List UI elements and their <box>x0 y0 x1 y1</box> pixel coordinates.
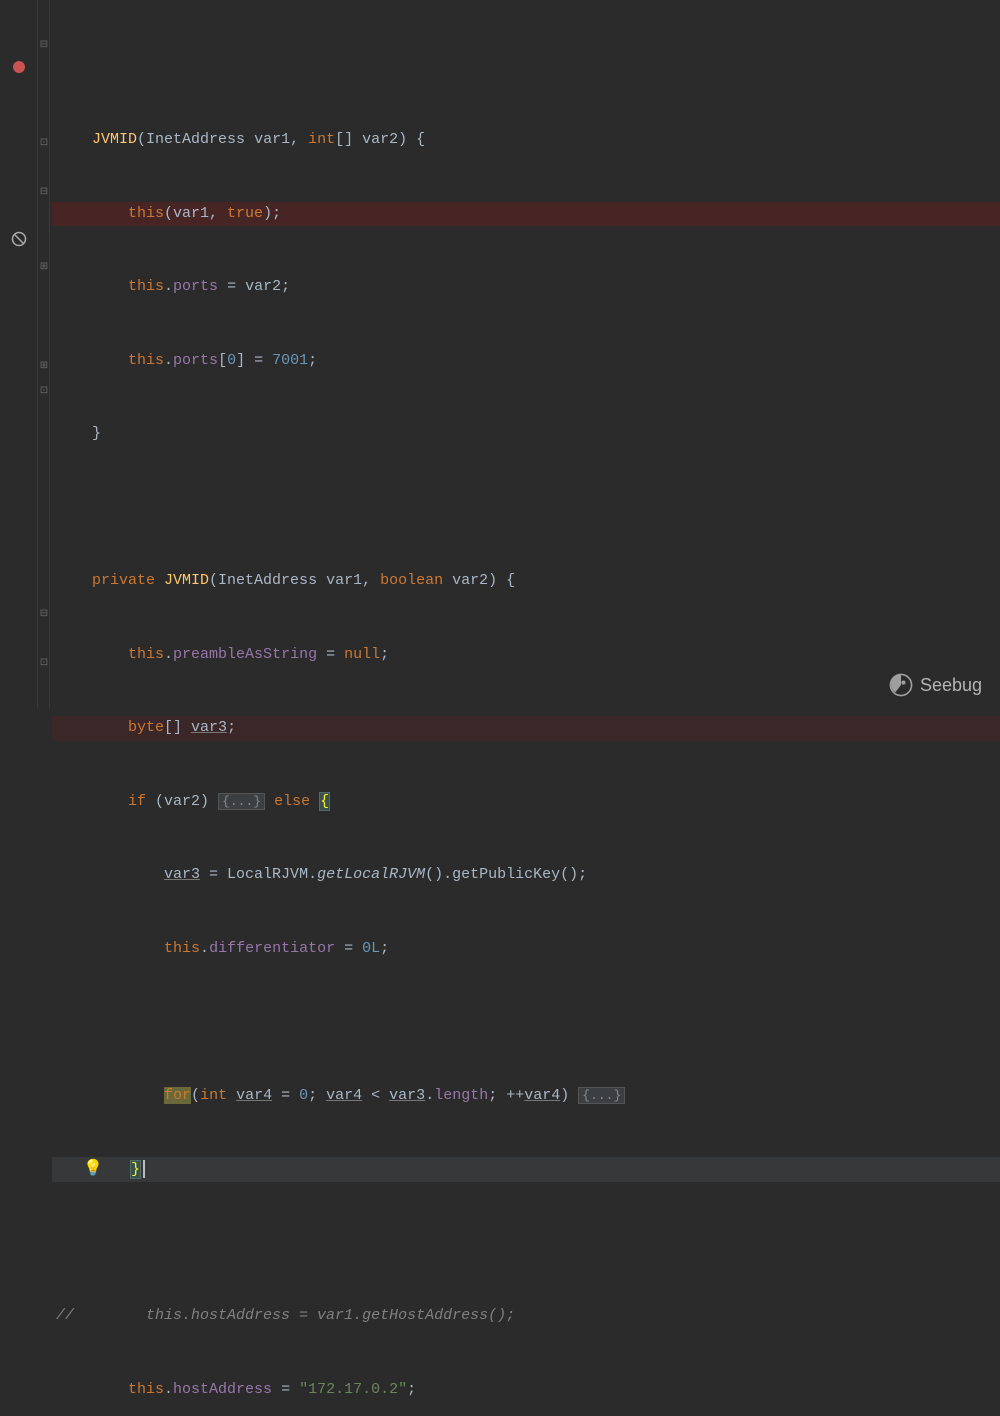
code-line[interactable]: this(var1, true); <box>52 202 1000 227</box>
folded-region[interactable]: {...} <box>218 793 265 810</box>
code-line[interactable]: this.ports[0] = 7001; <box>52 349 1000 374</box>
fold-toggle-icon[interactable]: ⊟ <box>39 34 49 44</box>
seebug-logo-icon <box>888 672 914 698</box>
no-entry-icon[interactable] <box>10 230 28 248</box>
fold-toggle-icon[interactable]: ⊟ <box>39 603 49 613</box>
fold-expand-icon[interactable]: ⊞ <box>39 256 49 266</box>
code-line[interactable]: JVMID(InetAddress var1, int[] var2) { <box>52 128 1000 153</box>
code-line[interactable]: var3 = LocalRJVM.getLocalRJVM().getPubli… <box>52 863 1000 888</box>
code-line[interactable]: this.ports = var2; <box>52 275 1000 300</box>
watermark-text: Seebug <box>920 673 982 698</box>
code-line[interactable] <box>52 1010 1000 1035</box>
code-line[interactable]: // this.hostAddress = var1.getHostAddres… <box>52 1304 1000 1329</box>
code-line[interactable]: for(int var4 = 0; var4 < var3.length; ++… <box>52 1084 1000 1109</box>
fold-toggle-icon[interactable]: ⊟ <box>39 181 49 191</box>
watermark: Seebug <box>888 672 982 698</box>
intention-bulb-icon[interactable]: 💡 <box>83 1160 103 1178</box>
code-line[interactable]: private JVMID(InetAddress var1, boolean … <box>52 569 1000 594</box>
code-line[interactable]: this.preambleAsString = null; <box>52 643 1000 668</box>
fold-end-icon[interactable]: ⊡ <box>39 652 49 662</box>
code-line[interactable]: } <box>52 422 1000 447</box>
text-caret <box>143 1160 145 1178</box>
code-line[interactable] <box>52 1231 1000 1256</box>
code-line[interactable]: this.hostAddress = "172.17.0.2"; <box>52 1378 1000 1403</box>
code-area[interactable]: JVMID(InetAddress var1, int[] var2) { th… <box>50 0 1000 708</box>
code-line-current[interactable]: 💡 } <box>52 1157 1000 1182</box>
code-line[interactable]: byte[] var3; <box>52 716 1000 741</box>
code-editor[interactable]: ⊟ ⊡ ⊟ ⊞ ⊞ ⊡ ⊟ ⊡ JVMID(InetAddress var1, … <box>0 0 1000 708</box>
fold-expand-icon[interactable]: ⊞ <box>39 355 49 365</box>
code-line[interactable]: if (var2) {...} else { <box>52 790 1000 815</box>
code-line[interactable] <box>52 496 1000 521</box>
gutter <box>0 0 38 708</box>
error-icon[interactable] <box>10 58 28 76</box>
fold-column: ⊟ ⊡ ⊟ ⊞ ⊞ ⊡ ⊟ ⊡ <box>38 0 50 708</box>
code-line[interactable]: this.differentiator = 0L; <box>52 937 1000 962</box>
fold-end-icon[interactable]: ⊡ <box>39 380 49 390</box>
fold-end-icon[interactable]: ⊡ <box>39 132 49 142</box>
folded-region[interactable]: {...} <box>578 1087 625 1104</box>
